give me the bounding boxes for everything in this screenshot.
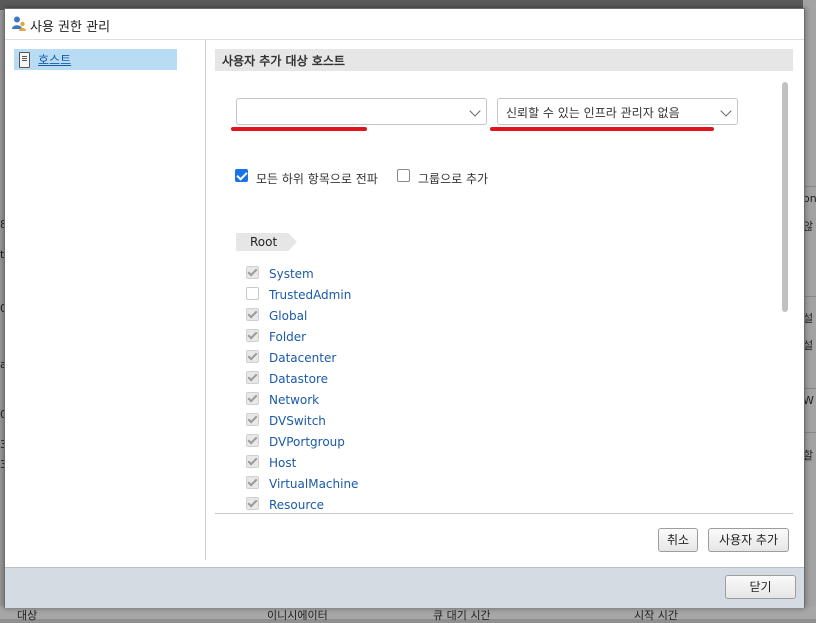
privilege-checkbox[interactable] (246, 434, 259, 447)
privilege-checkbox[interactable] (246, 266, 259, 279)
chevron-down-icon (469, 105, 481, 117)
background-column-header: 대상 (17, 609, 38, 622)
section-header: 사용자 추가 대상 호스트 (215, 49, 793, 71)
privilege-name[interactable]: Resource (269, 498, 324, 512)
close-button[interactable]: 닫기 (725, 575, 796, 599)
privilege-name[interactable]: System (269, 267, 314, 281)
privilege-checkbox[interactable] (246, 413, 259, 426)
privilege-checkbox[interactable] (246, 308, 259, 321)
list-item: DVPortgroup (215, 431, 515, 452)
list-item: Resource (215, 494, 515, 513)
add-as-group-label: 그룹으로 추가 (418, 172, 489, 186)
privilege-checkbox[interactable] (246, 476, 259, 489)
privilege-name[interactable]: Network (269, 393, 319, 407)
privilege-list: System TrustedAdmin Global Folder Datace… (215, 261, 775, 513)
chevron-down-icon (720, 105, 732, 117)
section-title: 사용자 추가 대상 호스트 (222, 54, 345, 68)
role-select[interactable]: 신뢰할 수 있는 인프라 관리자 없음 (497, 98, 738, 125)
privilege-checkbox[interactable] (246, 329, 259, 342)
list-item: VirtualMachine (215, 473, 515, 494)
object-tree: 호스트 (5, 40, 206, 560)
list-item: DVSwitch (215, 410, 515, 431)
privilege-checkbox[interactable] (246, 350, 259, 363)
privilege-checkbox[interactable] (246, 455, 259, 468)
list-item: Host (215, 452, 515, 473)
breadcrumb-root: Root (250, 235, 278, 249)
privilege-name[interactable]: Datastore (269, 372, 328, 386)
users-icon (12, 16, 26, 31)
add-user-button[interactable]: 사용자 추가 (708, 528, 789, 552)
privilege-name[interactable]: Global (269, 309, 307, 323)
tree-item-label[interactable]: 호스트 (38, 51, 71, 68)
privilege-checkbox[interactable] (246, 497, 259, 510)
background-column-header: 시작 시간 (634, 609, 678, 622)
list-item: Datacenter (215, 347, 515, 368)
list-item: Folder (215, 326, 515, 347)
privilege-checkbox[interactable] (246, 371, 259, 384)
privilege-checkbox[interactable] (246, 287, 259, 300)
add-as-group-checkbox[interactable] (397, 169, 410, 182)
user-select[interactable] (236, 98, 487, 125)
list-item: Global (215, 305, 515, 326)
dialog-footer: 닫기 (5, 567, 804, 608)
privilege-name[interactable]: TrustedAdmin (269, 288, 351, 302)
privilege-name[interactable]: Folder (269, 330, 306, 344)
background-column-header: 이니시에이터 (267, 609, 328, 622)
cancel-button[interactable]: 취소 (658, 528, 698, 552)
privilege-name[interactable]: Datacenter (269, 351, 336, 365)
divider (215, 513, 793, 514)
privilege-name[interactable]: DVPortgroup (269, 435, 345, 449)
propagate-checkbox[interactable] (235, 169, 248, 182)
host-icon (19, 52, 30, 68)
background-column-header: 큐 대기 시간 (433, 609, 491, 622)
privilege-checkbox[interactable] (246, 392, 259, 405)
dialog-titlebar: 사용 권한 관리 (5, 9, 804, 40)
scrollbar[interactable] (782, 82, 788, 312)
privilege-name[interactable]: Host (269, 456, 296, 470)
propagate-label: 모든 하위 항목으로 전파 (256, 172, 378, 186)
list-item: Datastore (215, 368, 515, 389)
list-item: TrustedAdmin (215, 284, 515, 305)
privilege-name[interactable]: VirtualMachine (269, 477, 358, 491)
dialog-title: 사용 권한 관리 (30, 20, 111, 35)
breadcrumb[interactable]: Root (236, 233, 297, 251)
role-select-value: 신뢰할 수 있는 인프라 관리자 없음 (506, 106, 680, 120)
list-item: Network (215, 389, 515, 410)
tree-item-host[interactable]: 호스트 (14, 49, 177, 70)
red-annotation-underline (490, 127, 714, 131)
privilege-name[interactable]: DVSwitch (269, 414, 326, 428)
list-item: System (215, 263, 515, 284)
red-annotation-underline (231, 127, 367, 131)
manage-permissions-dialog: 사용 권한 관리 호스트 사용자 추가 대상 호스트 신뢰할 수 있는 인프라 … (4, 8, 805, 608)
